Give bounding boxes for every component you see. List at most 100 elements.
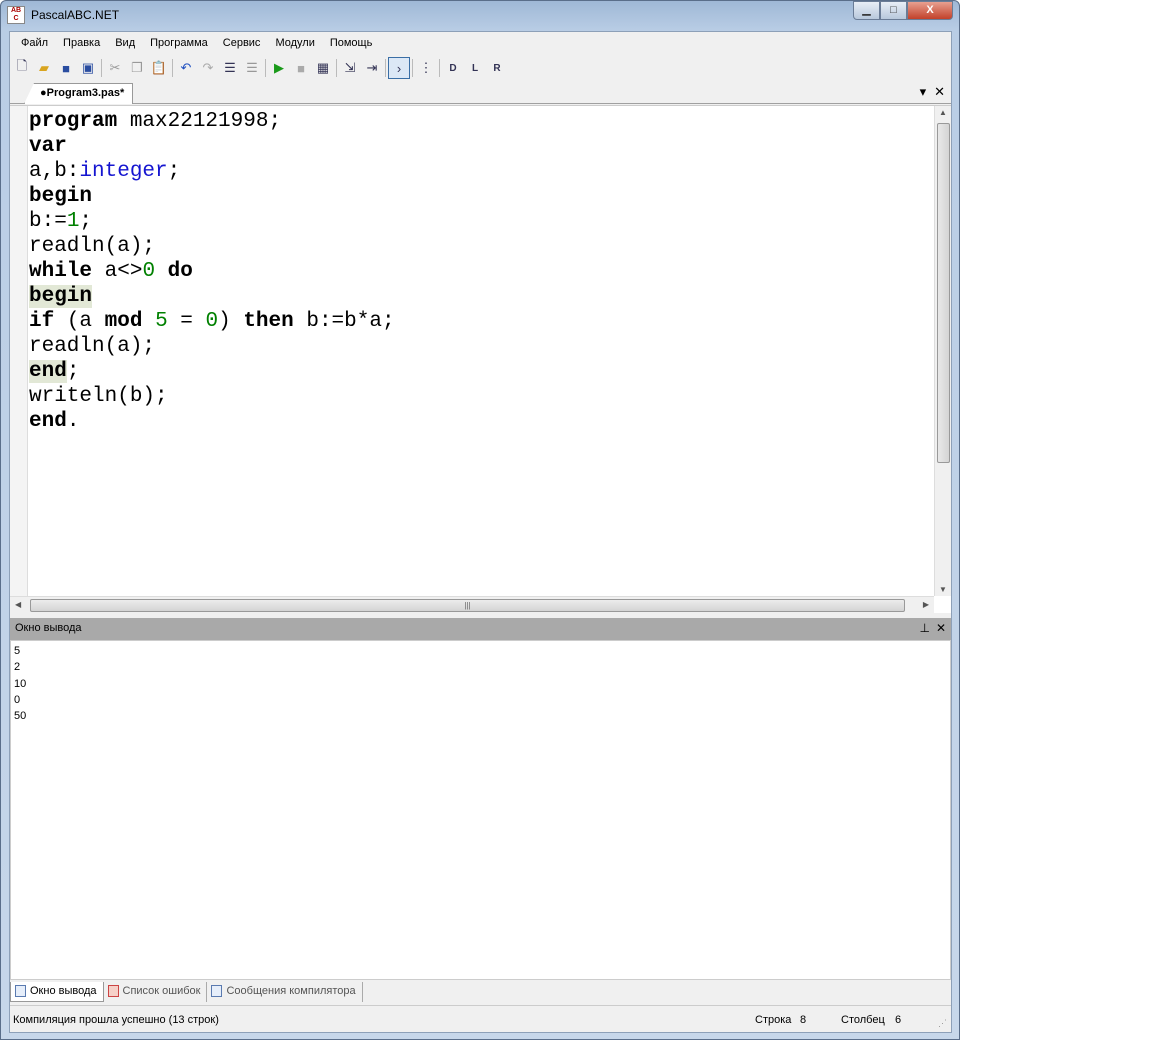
output-window-icon[interactable]: ›: [388, 57, 410, 79]
code-token: max22121998;: [117, 110, 282, 133]
menu-program[interactable]: Программа: [143, 32, 216, 54]
close-tab-icon[interactable]: ✕: [934, 84, 945, 100]
bottom-tabs: Окно вывода Список ошибок Сообщения комп…: [10, 982, 363, 1002]
output-line: 50: [14, 710, 27, 723]
code-line[interactable]: end;: [29, 359, 395, 384]
tab-compiler-messages[interactable]: Сообщения компилятора: [207, 982, 363, 1002]
run-icon[interactable]: ▶: [268, 57, 290, 79]
tab-label: Сообщения компилятора: [226, 985, 356, 997]
code-token: readln(a);: [29, 335, 156, 358]
code-token: do: [167, 260, 193, 283]
designer-d-icon[interactable]: D: [442, 57, 464, 79]
stop-icon[interactable]: ■: [290, 57, 312, 79]
step-into-icon[interactable]: ⇲: [339, 57, 361, 79]
new-file-icon[interactable]: 🗋: [11, 57, 33, 79]
undo-icon[interactable]: ↶: [175, 57, 197, 79]
code-line[interactable]: if (a mod 5 = 0) then b:=b*a;: [29, 309, 395, 334]
code-token: then: [243, 310, 294, 333]
horizontal-scroll-thumb[interactable]: |||: [30, 599, 905, 612]
code-token: end: [29, 410, 67, 433]
code-token: a<>: [92, 260, 143, 283]
code-token: while: [29, 260, 93, 283]
tab-program3[interactable]: ●Program3.pas*: [24, 83, 134, 104]
vertical-scrollbar[interactable]: ▲ ▼: [934, 106, 951, 596]
close-panel-icon[interactable]: ✕: [936, 621, 946, 635]
menu-service[interactable]: Сервис: [216, 32, 269, 54]
menu-file[interactable]: Файл: [14, 32, 56, 54]
menu-view[interactable]: Вид: [108, 32, 143, 54]
debug-window-icon[interactable]: ⋮: [415, 57, 437, 79]
status-bar: Компиляция прошла успешно (13 строк) Стр…: [10, 1005, 951, 1032]
designer-l-icon[interactable]: L: [464, 57, 486, 79]
column-label: Столбец: [841, 1014, 885, 1026]
tab-list-dropdown-icon[interactable]: ▾: [920, 84, 927, 100]
maximize-button[interactable]: □: [880, 1, 907, 20]
code-token: 0: [142, 260, 156, 283]
tab-error-list[interactable]: Список ошибок: [104, 982, 208, 1002]
output-window-icon: [15, 985, 26, 997]
menu-help[interactable]: Помощь: [323, 32, 381, 54]
code-line[interactable]: var: [29, 134, 395, 159]
code-line[interactable]: program max22121998;: [29, 109, 395, 134]
code-line[interactable]: readln(a);: [29, 234, 395, 259]
code-token: ): [218, 310, 244, 333]
paste-icon[interactable]: 📋: [148, 57, 170, 79]
step-over-icon[interactable]: ⇥: [361, 57, 383, 79]
code-token: end: [29, 360, 67, 383]
code-line[interactable]: begin: [29, 284, 395, 309]
tab-output-window[interactable]: Окно вывода: [10, 982, 104, 1002]
resize-grip-icon[interactable]: ⋰: [938, 1018, 947, 1029]
window-title: PascalABC.NET: [31, 8, 120, 22]
menu-edit[interactable]: Правка: [56, 32, 108, 54]
code-token: begin: [29, 285, 93, 308]
code-token: program: [29, 110, 118, 133]
menu-bar: Файл Правка Вид Программа Сервис Модули …: [10, 32, 951, 54]
code-token: writeln(b);: [29, 385, 168, 408]
column-value: 6: [895, 1014, 902, 1026]
cut-icon[interactable]: ✂: [104, 57, 126, 79]
document-tabs: ●Program3.pas* ▾ ✕: [10, 81, 951, 104]
redo-icon[interactable]: ↷: [197, 57, 219, 79]
code-line[interactable]: writeln(b);: [29, 384, 395, 409]
title-bar: AB C PascalABC.NET ▁ □ X: [1, 1, 959, 29]
output-line: 10: [14, 677, 27, 690]
code-line[interactable]: readln(a);: [29, 334, 395, 359]
code-line[interactable]: a,b:integer;: [29, 159, 395, 184]
code-line[interactable]: end.: [29, 409, 395, 434]
code-token: if: [29, 310, 55, 333]
code-line[interactable]: b:=1;: [29, 209, 395, 234]
open-folder-icon[interactable]: ▰: [33, 57, 55, 79]
code-line[interactable]: begin: [29, 184, 395, 209]
save-all-icon[interactable]: ▣: [77, 57, 99, 79]
output-line: 0: [14, 693, 21, 706]
code-token: integer: [79, 160, 168, 183]
code-text[interactable]: program max22121998; var a,b:integer; begin…: [29, 109, 395, 434]
output-panel-title: Окно вывода: [15, 622, 82, 634]
status-message: Компиляция прошла успешно (13 строк): [13, 1014, 219, 1026]
navigate-icon[interactable]: ☰: [241, 57, 263, 79]
code-token: 5: [155, 310, 168, 333]
designer-r-icon[interactable]: R: [486, 57, 508, 79]
tab-label: Окно вывода: [30, 985, 97, 997]
code-token: 1: [66, 210, 80, 233]
output-text[interactable]: 5 2 10 0 50: [10, 640, 951, 980]
save-icon[interactable]: ■: [55, 57, 77, 79]
format-icon[interactable]: ☰: [219, 57, 241, 79]
code-editor[interactable]: program max22121998; var a,b:integer; begin…: [10, 105, 951, 613]
app-window: AB C PascalABC.NET ▁ □ X Файл Правка Вид …: [0, 0, 960, 1040]
code-line[interactable]: while a<>0 do: [29, 259, 395, 284]
code-token: ;: [167, 160, 181, 183]
minimize-button[interactable]: ▁: [853, 1, 880, 20]
code-token: mod: [104, 310, 143, 333]
menu-modules[interactable]: Модули: [268, 32, 322, 54]
close-button[interactable]: X: [907, 1, 953, 20]
horizontal-scrollbar[interactable]: ◀ ||| ▶: [10, 596, 934, 613]
row-value: 8: [800, 1014, 807, 1026]
compile-icon[interactable]: ▦: [312, 57, 334, 79]
code-token: a,b:: [29, 160, 80, 183]
copy-icon[interactable]: ❐: [126, 57, 148, 79]
pin-icon[interactable]: ⊥: [919, 621, 929, 635]
vertical-scroll-thumb[interactable]: [937, 123, 950, 463]
